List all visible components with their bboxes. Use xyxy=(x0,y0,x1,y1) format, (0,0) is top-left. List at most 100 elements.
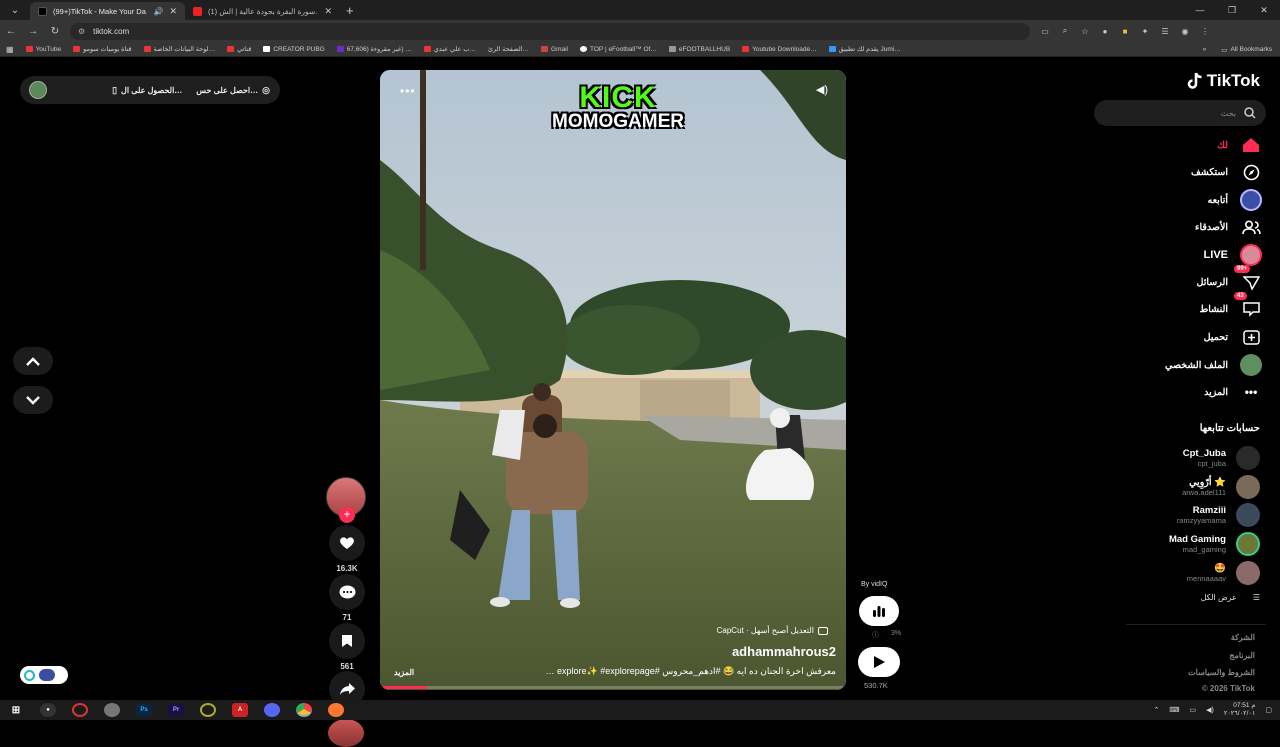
address-bar[interactable]: ⚙ tiktok.com xyxy=(70,22,1030,40)
install-app-icon[interactable]: ▭ xyxy=(1038,25,1052,37)
bookmark-item[interactable]: eFOOTBALLHUB xyxy=(668,46,730,53)
new-tab-icon[interactable]: + xyxy=(346,3,354,18)
sidebar-item-more[interactable]: المزيد ••• xyxy=(1204,381,1262,403)
sidebar-item-messages[interactable]: الرسائل 99+ xyxy=(1197,265,1262,293)
more-options-icon[interactable]: ••• xyxy=(400,84,416,98)
bookmark-item[interactable]: يقدم لك تطبيق Jumi… xyxy=(828,45,901,53)
caption-more-button[interactable]: المزيد xyxy=(394,668,414,677)
footer-program-link[interactable]: البرنامج xyxy=(1229,651,1255,660)
avatar[interactable] xyxy=(29,81,47,99)
close-tab-icon[interactable]: ✕ xyxy=(169,6,177,17)
minimize-icon[interactable]: — xyxy=(1184,0,1216,20)
notifications-icon[interactable]: ▢ xyxy=(1265,706,1272,714)
bookmark-item[interactable]: YouTube xyxy=(25,46,61,53)
sidebar-item-upload[interactable]: تحميل xyxy=(1204,326,1262,348)
bookmark-item[interactable]: ب علي عبدي… xyxy=(423,45,476,53)
bookmark-item[interactable]: قناتي xyxy=(227,45,251,53)
sidebar-item-friends[interactable]: الأصدقاء xyxy=(1195,216,1262,238)
bookmark-item[interactable]: CREATOR PUBG xyxy=(263,46,325,53)
tray-chevron-icon[interactable]: ⌃ xyxy=(1154,706,1160,714)
discord-mini-icon[interactable] xyxy=(104,703,120,717)
reading-list-icon[interactable]: ☰ xyxy=(1158,25,1172,37)
windows-start-icon[interactable]: ⊞ xyxy=(8,703,24,717)
extensions-puzzle-icon[interactable]: ✦ xyxy=(1138,25,1152,37)
previous-video-button[interactable] xyxy=(13,347,53,375)
mini-player-toggle[interactable] xyxy=(20,666,68,684)
video-progress-bar[interactable] xyxy=(380,686,846,689)
sidebar-item-profile[interactable]: الملف الشخصي xyxy=(1165,354,1262,376)
following-account[interactable]: Mad Gaming mad_gaming xyxy=(1169,531,1260,557)
chevron-right-icon[interactable]: » xyxy=(1203,46,1207,53)
get-app-button[interactable]: ▯ الحصول على ال… xyxy=(112,85,182,96)
get-coins-button[interactable]: احصل على حس… ◎ xyxy=(196,85,270,96)
photoshop-icon[interactable]: Ps xyxy=(136,703,152,717)
vidiq-stats-button[interactable] xyxy=(859,596,899,626)
like-button[interactable]: 16.3K xyxy=(328,525,366,573)
all-bookmarks[interactable]: » ▭ All Bookmarks xyxy=(1203,42,1272,57)
save-button[interactable]: 561 xyxy=(328,623,366,671)
profile-icon[interactable]: ◉ xyxy=(1178,25,1192,37)
comment-button[interactable]: 71 xyxy=(328,574,366,622)
bookmark-item[interactable]: لوحة البيانات الخاصة… xyxy=(143,45,215,53)
restore-icon[interactable]: ❐ xyxy=(1216,0,1248,20)
audio-playing-icon[interactable]: 🔊 xyxy=(153,7,163,16)
sidebar-item-following[interactable]: أتابعه xyxy=(1208,189,1262,211)
play-button[interactable] xyxy=(858,647,900,677)
search-icon[interactable] xyxy=(1244,107,1256,119)
acrobat-icon[interactable]: A xyxy=(232,703,248,717)
video-author[interactable]: adhammahrous2 xyxy=(732,644,836,659)
following-account[interactable]: Cpt_Juba cpt_juba xyxy=(1183,445,1260,471)
see-all-button[interactable]: عرض الكل ☰ xyxy=(1201,593,1260,602)
following-account[interactable]: أرّوِيي ⭐ arwa.adel111 xyxy=(1182,474,1260,500)
footer-terms-link[interactable]: الشروط والسياسات xyxy=(1188,668,1255,677)
volume-icon[interactable]: ◀) xyxy=(816,83,828,96)
bookmark-item[interactable]: TOP | eFootball™ Of… xyxy=(580,46,657,53)
obs-icon[interactable]: ● xyxy=(40,703,56,717)
forward-icon[interactable]: → xyxy=(22,26,44,37)
bookmark-item[interactable]: قناة يوميات سومو xyxy=(73,45,132,53)
network-icon[interactable]: ▭ xyxy=(1189,706,1196,714)
camera-extension-icon[interactable]: ● xyxy=(1098,25,1112,37)
apps-grid-icon[interactable]: ▦ xyxy=(6,45,14,54)
back-icon[interactable]: ← xyxy=(0,26,22,37)
site-info-icon[interactable]: ⚙ xyxy=(78,27,85,36)
recorder-icon[interactable] xyxy=(72,703,88,717)
bookmark-star-icon[interactable]: ☆ xyxy=(1078,25,1092,37)
bookmark-item[interactable]: Youtube Downloade… xyxy=(742,46,817,53)
capcut-template-link[interactable]: CapCut · التعديل أصبح أسهل xyxy=(717,626,828,635)
sidebar-item-for-you[interactable]: لك xyxy=(1217,134,1262,156)
zoom-icon[interactable]: ⌕ xyxy=(1058,25,1072,37)
bookmark-item[interactable]: 67,606) غير مقروءة) … xyxy=(336,45,412,53)
video-player[interactable]: ••• ◀) CapCut · التعديل أصبح أسهل adhamm… xyxy=(380,70,846,690)
firefox-icon[interactable] xyxy=(328,703,344,717)
get-app-banner[interactable]: ▯ الحصول على ال… احصل على حس… ◎ xyxy=(20,76,280,104)
sidebar-item-activity[interactable]: النشاط 43 xyxy=(1199,292,1262,320)
extension-icon[interactable]: ■ xyxy=(1118,25,1132,37)
bookmark-item[interactable]: الصفحة الرئ… xyxy=(488,45,529,53)
follow-plus-icon[interactable]: + xyxy=(339,507,355,523)
clock[interactable]: 07:51 م ٢٠٢٦/٠٢/٠١ xyxy=(1224,702,1256,718)
footer-company-link[interactable]: الشركة xyxy=(1231,633,1255,642)
reload-icon[interactable]: ↻ xyxy=(44,26,66,37)
premiere-icon[interactable]: Pr xyxy=(168,703,184,717)
keyboard-icon[interactable]: ⌨ xyxy=(1169,706,1179,714)
sidebar-item-explore[interactable]: استكشف xyxy=(1191,161,1262,183)
search-input[interactable]: بحث xyxy=(1094,100,1266,126)
close-tab-icon[interactable]: ✕ xyxy=(324,6,332,17)
app-icon[interactable] xyxy=(200,703,216,717)
following-account[interactable]: Ramziii ramzyyamama xyxy=(1177,502,1260,528)
sidebar-item-live[interactable]: LIVE xyxy=(1204,244,1262,266)
menu-dots-icon[interactable]: ⋮ xyxy=(1198,25,1212,37)
tiktok-logo[interactable]: TikTok xyxy=(1187,71,1260,91)
bookmark-item[interactable]: Gmail xyxy=(541,46,568,53)
tab-search-icon[interactable]: ⌄ xyxy=(4,1,26,19)
discord-icon[interactable] xyxy=(264,703,280,717)
following-account[interactable]: 🤩 mennaaaav xyxy=(1187,560,1260,586)
browser-tab-tiktok[interactable]: (99+)TikTok - Make Your Da… 🔊 ✕ xyxy=(30,2,185,20)
volume-icon[interactable]: ◀) xyxy=(1206,706,1214,714)
close-window-icon[interactable]: ✕ xyxy=(1248,0,1280,20)
chrome-icon[interactable] xyxy=(296,703,312,717)
next-video-button[interactable] xyxy=(13,386,53,414)
next-creator-avatar[interactable] xyxy=(328,719,364,747)
browser-tab-youtube[interactable]: (1) سورة البقرة بجودة عالية | الش… ✕ xyxy=(185,2,340,20)
